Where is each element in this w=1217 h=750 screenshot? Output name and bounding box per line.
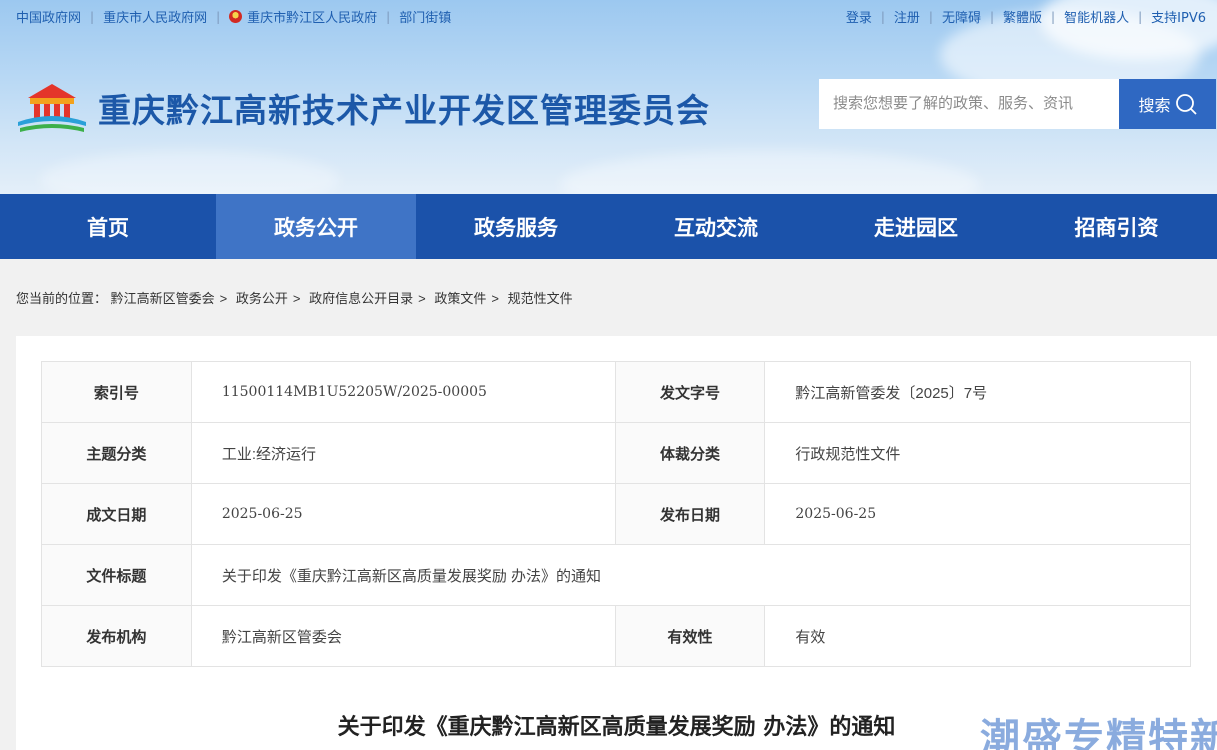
main-nav: 首页 政务公开 政务服务 互动交流 走进园区 招商引资 (0, 194, 1217, 259)
nav-government-affairs[interactable]: 政务公开 (216, 194, 416, 259)
park-logo-icon (18, 84, 86, 132)
site-header: 中国政府网 | 重庆市人民政府网 | 重庆市黔江区人民政府 | 部门街镇 登录 … (0, 0, 1217, 194)
doc-title-label: 文件标题 (41, 544, 192, 606)
table-row: 主题分类 工业:经济运行 体裁分类 行政规范性文件 (41, 422, 1191, 484)
nav-interaction[interactable]: 互动交流 (616, 194, 816, 259)
login-link[interactable]: 登录 (846, 7, 872, 26)
written-date-label: 成文日期 (41, 483, 192, 545)
link-departments[interactable]: 部门街镇 (399, 7, 451, 26)
search-input[interactable] (819, 79, 1119, 129)
search-icon (1175, 94, 1197, 115)
link-china-gov[interactable]: 中国政府网 (16, 7, 81, 26)
search-button-label: 搜索 (1138, 96, 1171, 115)
genre-label: 体裁分类 (614, 422, 766, 484)
genre-value: 行政规范性文件 (764, 422, 1191, 484)
validity-value: 有效 (764, 605, 1191, 667)
user-links: 登录 | 注册 | 无障碍 | 繁體版 | 智能机器人 | 支持IPV6 (846, 7, 1206, 27)
issuer-value: 黔江高新区管委会 (190, 605, 616, 667)
breadcrumb-item[interactable]: 黔江高新区管委会 (111, 291, 215, 306)
topic-label: 主题分类 (41, 422, 192, 484)
table-row: 发布机构 黔江高新区管委会 有效性 有效 (41, 605, 1191, 667)
index-no-value: 11500114MB1U52205W/2025-00005 (190, 361, 616, 423)
breadcrumb-item[interactable]: 政务公开 (236, 291, 288, 306)
publish-date-value: 2025-06-25 (764, 483, 1191, 545)
breadcrumb: 您当前的位置： 黔江高新区管委会 > 政务公开 > 政府信息公开目录 > 政策文件 > … (16, 291, 573, 306)
accessibility-link[interactable]: 无障碍 (942, 7, 981, 26)
breadcrumb-item[interactable]: 政府信息公开目录 (309, 291, 413, 306)
watermark-text: 潮盛专精特新 (980, 716, 1217, 750)
topic-value: 工业:经济运行 (190, 422, 616, 484)
top-link-bar: 中国政府网 | 重庆市人民政府网 | 重庆市黔江区人民政府 | 部门街镇 登录 … (0, 0, 1217, 30)
table-row: 索引号 11500114MB1U52205W/2025-00005 发文字号 黔… (41, 361, 1191, 423)
table-row: 文件标题 关于印发《重庆黔江高新区高质量发展奖励 办法》的通知 (41, 544, 1192, 606)
ipv6-link[interactable]: 支持IPV6 (1151, 7, 1206, 26)
cloud-decoration (560, 150, 980, 194)
national-emblem-icon (229, 10, 243, 23)
breadcrumb-item[interactable]: 政策文件 (434, 291, 486, 306)
smart-robot-link[interactable]: 智能机器人 (1064, 7, 1129, 26)
doc-title-value: 关于印发《重庆黔江高新区高质量发展奖励 办法》的通知 (190, 544, 1192, 606)
table-row: 成文日期 2025-06-25 发布日期 2025-06-25 (41, 483, 1191, 545)
government-links: 中国政府网 | 重庆市人民政府网 | 重庆市黔江区人民政府 | 部门街镇 (16, 7, 451, 27)
document-card: 索引号 11500114MB1U52205W/2025-00005 发文字号 黔… (16, 336, 1217, 750)
written-date-value: 2025-06-25 (190, 483, 616, 545)
site-title: 重庆黔江高新技术产业开发区管理委员会 (98, 91, 710, 130)
search-button[interactable]: 搜索 (1119, 79, 1216, 129)
breadcrumb-prefix: 您当前的位置： (16, 291, 108, 306)
nav-investment[interactable]: 招商引资 (1016, 194, 1217, 259)
traditional-chinese-link[interactable]: 繁體版 (1003, 7, 1042, 26)
publish-date-label: 发布日期 (614, 483, 766, 545)
index-no-label: 索引号 (41, 361, 192, 423)
link-qianjiang-gov[interactable]: 重庆市黔江区人民政府 (247, 7, 377, 26)
breadcrumb-item[interactable]: 规范性文件 (508, 291, 573, 306)
document-metadata-table: 索引号 11500114MB1U52205W/2025-00005 发文字号 黔… (41, 361, 1192, 667)
register-link[interactable]: 注册 (894, 7, 920, 26)
cloud-decoration (40, 150, 340, 194)
nav-government-services[interactable]: 政务服务 (416, 194, 616, 259)
link-chongqing-gov[interactable]: 重庆市人民政府网 (103, 7, 207, 26)
issuer-label: 发布机构 (41, 605, 192, 667)
validity-label: 有效性 (614, 605, 766, 667)
nav-about-park[interactable]: 走进园区 (816, 194, 1016, 259)
doc-no-label: 发文字号 (614, 361, 766, 423)
nav-home[interactable]: 首页 (0, 194, 216, 259)
doc-no-value: 黔江高新管委发〔2025〕7号 (764, 361, 1191, 423)
